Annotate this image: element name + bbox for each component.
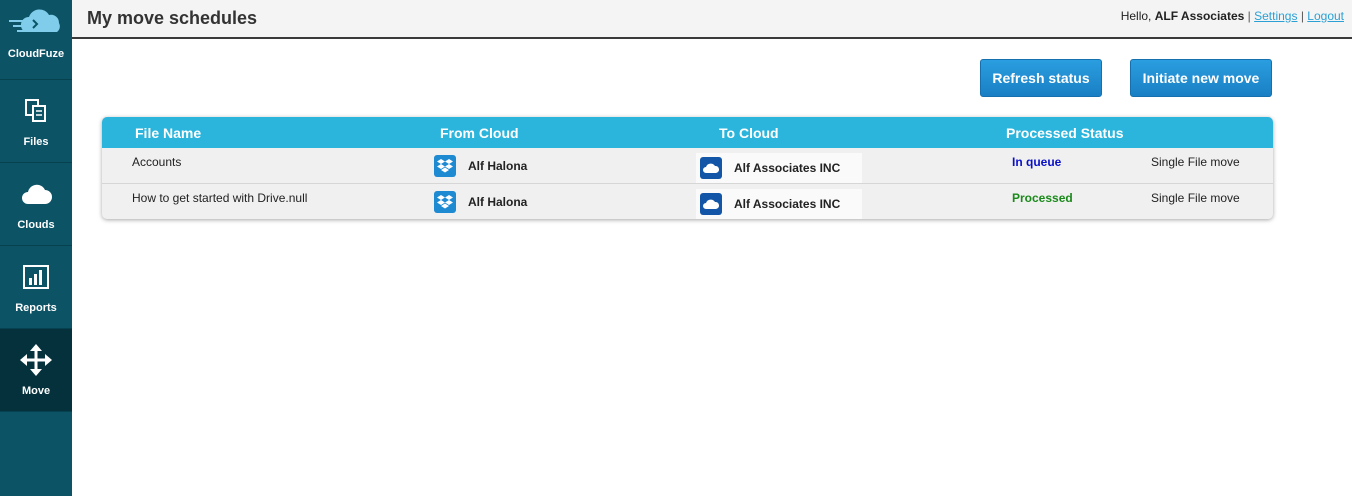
separator: | [1300, 9, 1304, 23]
sidebar-item-label: Clouds [17, 219, 55, 231]
table-row[interactable]: How to get started with Drive.null Alf H… [102, 183, 1273, 219]
greeting: Hello, [1120, 9, 1152, 23]
cloud-icon [22, 184, 52, 204]
onedrive-icon [700, 193, 722, 215]
brand[interactable]: CloudFuze [0, 0, 72, 80]
status-badge: In queue [1012, 155, 1062, 169]
logout-link[interactable]: Logout [1307, 9, 1344, 23]
user-bar: Hello, ALF Associates | Settings | Logou… [1121, 9, 1344, 23]
column-header-from-cloud: From Cloud [440, 125, 519, 141]
move-type: Single File move [1151, 155, 1240, 169]
settings-link[interactable]: Settings [1254, 9, 1297, 23]
from-cloud-name: Alf Halona [468, 159, 528, 173]
files-icon [25, 99, 46, 122]
initiate-new-move-button[interactable]: Initiate new move [1130, 59, 1272, 97]
sidebar-item-label: Files [23, 136, 49, 148]
sidebar-item-clouds[interactable]: Clouds [0, 163, 72, 246]
table-header: File Name From Cloud To Cloud Processed … [102, 117, 1273, 148]
dropbox-icon [434, 155, 456, 177]
move-type: Single File move [1151, 191, 1240, 205]
to-cloud: Alf Associates INC [696, 153, 862, 183]
file-name: How to get started with Drive.null [132, 191, 308, 205]
refresh-status-button[interactable]: Refresh status [980, 59, 1102, 97]
table-row[interactable]: Accounts Alf Halona Alf Associates INC I… [102, 148, 1273, 183]
move-schedules-table: File Name From Cloud To Cloud Processed … [102, 117, 1273, 219]
column-header-processed-status: Processed Status [1006, 125, 1124, 141]
cloudfuze-logo-icon [9, 9, 60, 32]
from-cloud: Alf Halona [434, 155, 527, 177]
separator: | [1247, 9, 1251, 23]
to-cloud: Alf Associates INC [696, 189, 862, 219]
header: My move schedules Hello, ALF Associates … [72, 0, 1352, 39]
reports-icon [23, 265, 49, 289]
dropbox-icon [434, 191, 456, 213]
sidebar-item-move[interactable]: Move [0, 329, 72, 412]
sidebar-item-files[interactable]: Files [0, 80, 72, 163]
page-title: My move schedules [87, 8, 258, 28]
column-header-to-cloud: To Cloud [719, 125, 779, 141]
move-icon [20, 344, 52, 376]
from-cloud-name: Alf Halona [468, 195, 528, 209]
to-cloud-name: Alf Associates INC [734, 197, 841, 211]
sidebar-item-label: Reports [15, 302, 57, 314]
onedrive-icon [700, 157, 722, 179]
file-name: Accounts [132, 155, 182, 169]
sidebar-item-label: Move [21, 385, 51, 397]
sidebar-item-reports[interactable]: Reports [0, 246, 72, 329]
sidebar: CloudFuze Files Clouds Reports Move [0, 0, 72, 496]
status-badge: Processed [1012, 191, 1073, 205]
user-name: ALF Associates [1154, 9, 1245, 23]
brand-name: CloudFuze [7, 48, 65, 60]
from-cloud: Alf Halona [434, 191, 527, 213]
column-header-file-name: File Name [135, 125, 202, 141]
to-cloud-name: Alf Associates INC [734, 161, 841, 175]
